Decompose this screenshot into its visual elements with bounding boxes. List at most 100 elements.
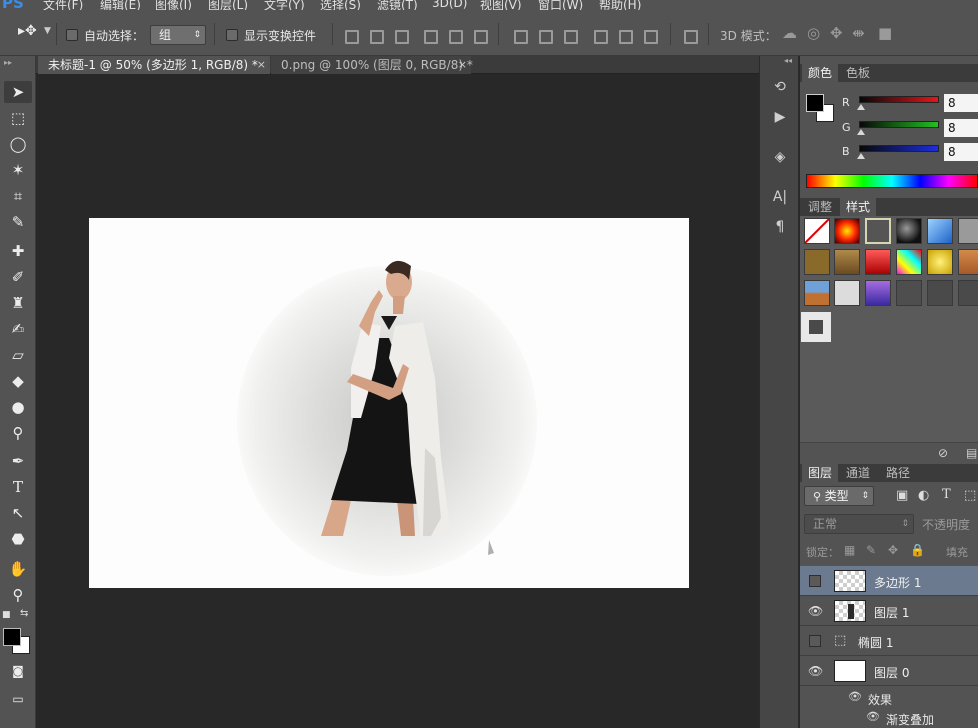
red-channel-slider[interactable]: [859, 96, 939, 103]
shape-tool-icon[interactable]: ⬣: [4, 528, 32, 550]
polygon-shape[interactable]: [487, 538, 495, 556]
show-transform-checkbox[interactable]: [226, 29, 238, 41]
eye-icon[interactable]: 👁: [808, 664, 823, 678]
style-swatch[interactable]: [804, 249, 830, 275]
zoom-tool-icon[interactable]: ⚲: [4, 584, 32, 606]
paint-bucket-icon[interactable]: ◆: [4, 370, 32, 392]
blue-slider-handle[interactable]: [857, 153, 865, 159]
adjustment-filter-icon[interactable]: ◐: [918, 488, 929, 503]
eyedropper-icon[interactable]: ✎: [4, 211, 32, 233]
lock-pixels-icon[interactable]: ✎: [866, 543, 876, 557]
style-swatch[interactable]: [896, 218, 922, 244]
style-swatch[interactable]: [958, 249, 978, 275]
align-top-icon[interactable]: [343, 28, 359, 44]
crop-tool-icon[interactable]: ⌗: [4, 185, 32, 207]
distribute-left-icon[interactable]: [592, 28, 608, 44]
style-swatch[interactable]: [834, 249, 860, 275]
menu-filter[interactable]: 滤镜(T): [377, 0, 418, 10]
blue-channel-slider[interactable]: [859, 145, 939, 152]
style-swatch[interactable]: [927, 218, 953, 244]
menu-view[interactable]: 视图(V): [480, 0, 522, 10]
align-right-icon[interactable]: [472, 28, 488, 44]
actions-play-icon[interactable]: ▶: [768, 106, 792, 128]
lasso-tool-icon[interactable]: ◯: [4, 133, 32, 155]
move-tool-icon[interactable]: ➤: [4, 81, 32, 103]
align-hcenter-icon[interactable]: [447, 28, 463, 44]
history-brush-icon[interactable]: ✍: [4, 318, 32, 340]
tab-layers[interactable]: 图层: [802, 464, 839, 482]
lock-transparent-icon[interactable]: ▦: [844, 543, 855, 557]
align-left-icon[interactable]: [422, 28, 438, 44]
tab-color[interactable]: 颜色: [802, 64, 839, 82]
swap-colors-icon[interactable]: ⇆: [20, 608, 28, 619]
eraser-tool-icon[interactable]: ▱: [4, 344, 32, 366]
style-swatch[interactable]: [958, 280, 978, 306]
auto-select-checkbox[interactable]: [66, 29, 78, 41]
style-swatch[interactable]: [896, 280, 922, 306]
menu-layer[interactable]: 图层(L): [208, 0, 248, 10]
close-icon[interactable]: ×: [257, 56, 266, 74]
layer-effects-row[interactable]: 👁 效果: [800, 688, 978, 708]
align-vcenter-icon[interactable]: [368, 28, 384, 44]
path-select-icon[interactable]: ↖: [4, 502, 32, 524]
character-panel-icon[interactable]: A|: [768, 186, 792, 208]
style-swatch-selected[interactable]: [865, 218, 891, 244]
tab-0-png[interactable]: 0.png @ 100% (图层 0, RGB/8) * ×: [271, 56, 473, 74]
hand-tool-icon[interactable]: ✋: [4, 558, 32, 580]
3d-slide-icon[interactable]: ⇼: [852, 24, 865, 42]
paragraph-panel-icon[interactable]: ¶: [768, 216, 792, 238]
menu-image[interactable]: 图像(I): [155, 0, 192, 10]
blend-mode-dropdown[interactable]: 正常 ⇕: [804, 514, 914, 534]
blue-value-field[interactable]: 8: [944, 143, 978, 161]
3d-roll-icon[interactable]: ◎: [807, 24, 820, 42]
stamp-tool-icon[interactable]: ♜: [4, 292, 32, 314]
tab-paths[interactable]: 路径: [880, 464, 916, 482]
auto-align-icon[interactable]: [682, 28, 698, 44]
menu-file[interactable]: 文件(F): [43, 0, 83, 10]
lock-all-icon[interactable]: 🔒: [910, 543, 925, 557]
eye-icon[interactable]: 👁: [848, 690, 862, 703]
color-spectrum-ramp[interactable]: [806, 174, 978, 188]
tab-untitled-1[interactable]: 未标题-1 @ 50% (多边形 1, RGB/8) * ×: [38, 56, 270, 74]
distribute-bottom-icon[interactable]: [562, 28, 578, 44]
style-swatch[interactable]: [865, 249, 891, 275]
type-tool-icon[interactable]: T: [4, 476, 32, 498]
tab-swatches[interactable]: 色板: [840, 64, 876, 82]
style-swatch[interactable]: [927, 280, 953, 306]
layer-row-polygon-1[interactable]: 多边形 1: [800, 566, 978, 596]
3d-scale-icon[interactable]: ■: [878, 24, 892, 42]
screen-mode-icon[interactable]: ▭: [4, 688, 32, 710]
move-tool-icon[interactable]: ▸✥: [18, 23, 37, 39]
pen-tool-icon[interactable]: ✒: [4, 450, 32, 472]
menu-type[interactable]: 文字(Y): [264, 0, 305, 10]
shape-filter-icon[interactable]: ⬚: [964, 488, 976, 503]
close-icon[interactable]: ×: [458, 56, 467, 74]
collapse-icon[interactable]: ▸▸: [4, 58, 12, 67]
history-icon[interactable]: ⟲: [768, 76, 792, 98]
distribute-top-icon[interactable]: [512, 28, 528, 44]
style-swatch[interactable]: [834, 218, 860, 244]
quick-mask-icon[interactable]: ◙: [4, 660, 32, 682]
foreground-color-swatch[interactable]: [3, 628, 21, 646]
visibility-toggle[interactable]: [809, 575, 821, 587]
distribute-right-icon[interactable]: [642, 28, 658, 44]
layer-row-layer-1[interactable]: 👁 图层 1: [800, 596, 978, 626]
visibility-toggle[interactable]: [809, 635, 821, 647]
style-swatch[interactable]: [865, 280, 891, 306]
green-slider-handle[interactable]: [857, 129, 865, 135]
new-style-icon[interactable]: ▤: [966, 446, 977, 460]
distribute-vcenter-icon[interactable]: [537, 28, 553, 44]
style-swatch[interactable]: [801, 312, 831, 342]
document-canvas[interactable]: [89, 218, 689, 588]
gradient-overlay-effect-row[interactable]: 👁 渐变叠加: [800, 708, 978, 728]
menu-3d[interactable]: 3D(D): [432, 0, 467, 10]
marquee-tool-icon[interactable]: ⬚: [4, 107, 32, 129]
distribute-hcenter-icon[interactable]: [617, 28, 633, 44]
brush-tool-icon[interactable]: ✐: [4, 266, 32, 288]
lock-position-icon[interactable]: ✥: [888, 543, 898, 557]
auto-select-dropdown[interactable]: 组 ⇕: [150, 25, 206, 45]
green-value-field[interactable]: 8: [944, 119, 978, 137]
layer-filter-dropdown[interactable]: ⚲ 类型 ⇕: [804, 486, 874, 506]
menu-window[interactable]: 窗口(W): [538, 0, 583, 10]
clear-style-icon[interactable]: ⊘: [938, 446, 948, 460]
